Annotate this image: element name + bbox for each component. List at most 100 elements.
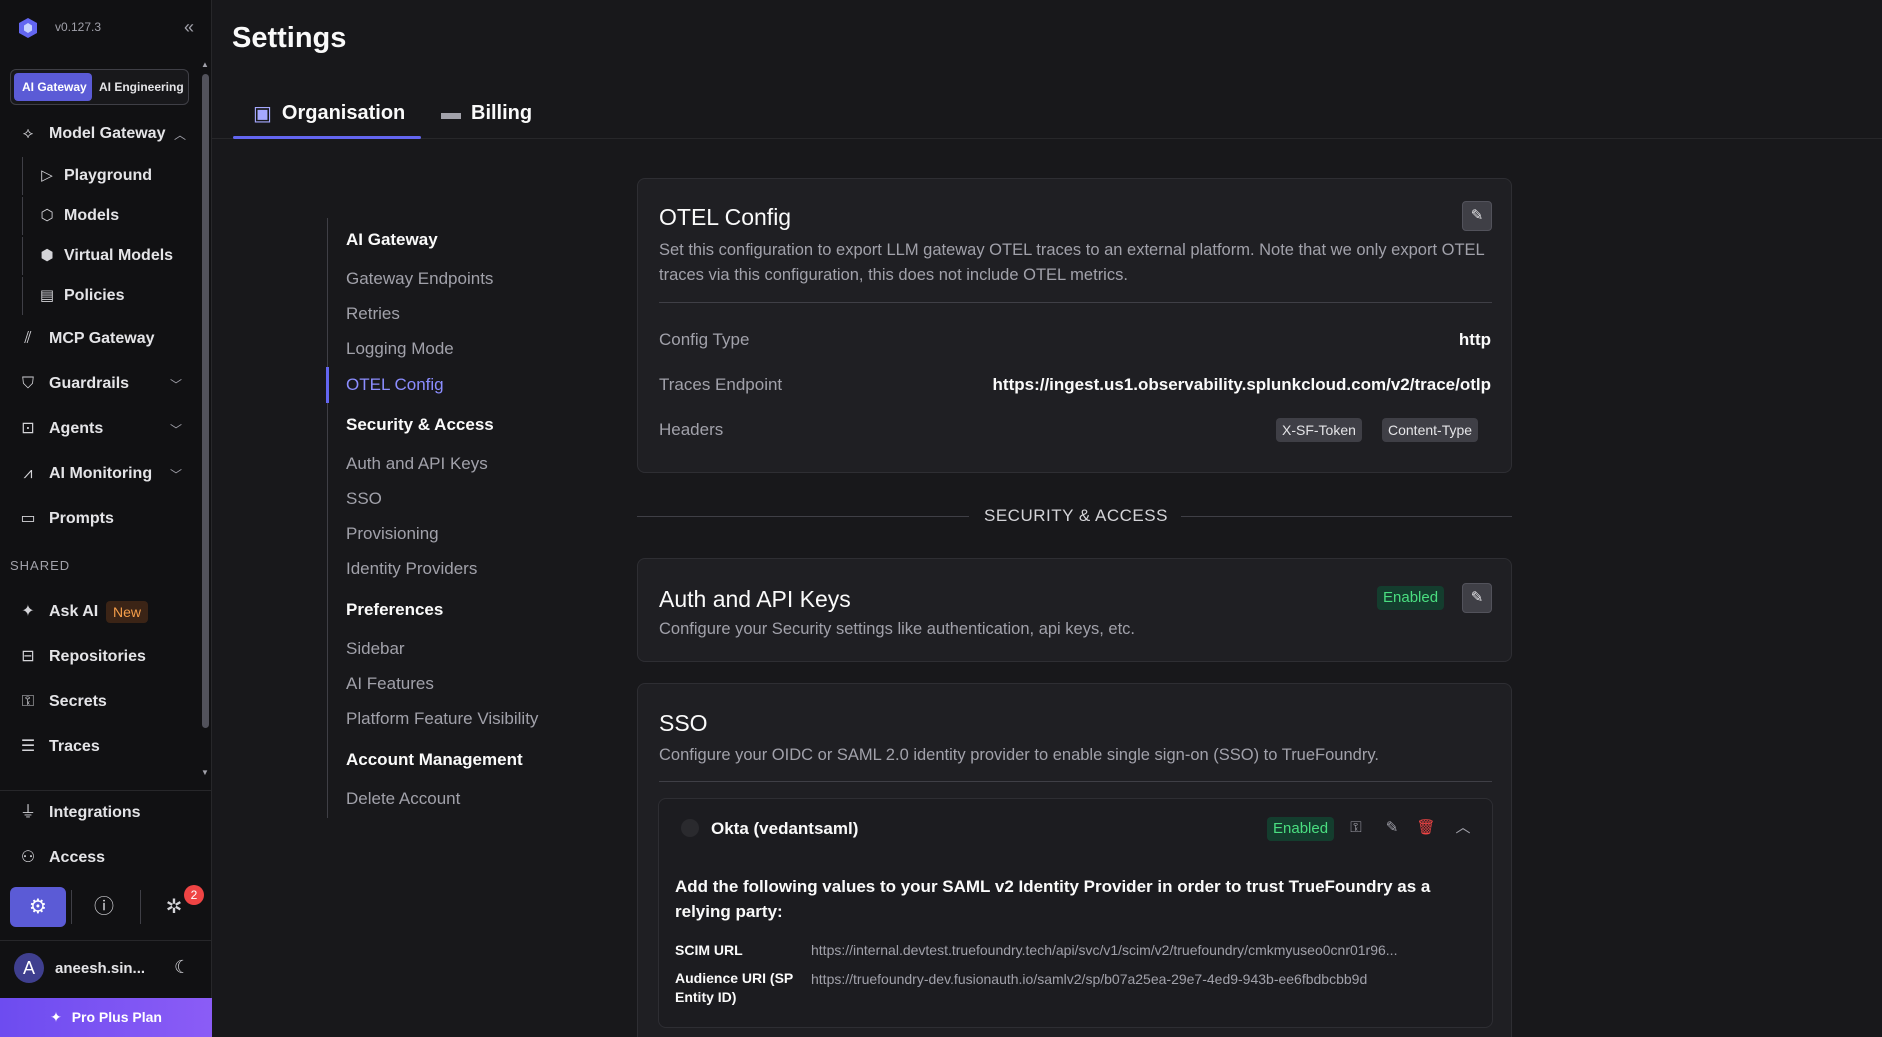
sidebar-item-label: Integrations — [49, 804, 141, 821]
otel-config-card: OTEL Config ✎ Set this configuration to … — [637, 178, 1512, 473]
scroll-down-icon[interactable]: ▼ — [201, 768, 209, 777]
sidebar-item-access[interactable]: ⚇ Access — [0, 838, 200, 878]
security-access-divider: SECURITY & ACCESS — [637, 504, 1512, 528]
sidebar-item-secrets[interactable]: ⚿ Secrets — [0, 682, 200, 722]
user-profile[interactable]: A aneesh.sin... ☾ — [0, 940, 212, 996]
workspace-tab-ai-engineering[interactable]: AI Engineering — [99, 73, 185, 101]
subnav-item-retries[interactable]: Retries — [346, 304, 400, 324]
sidebar-item-virtual-models[interactable]: ⬢ Virtual Models — [22, 237, 200, 275]
traces-icon: ☰ — [20, 738, 36, 755]
subnav-item-platform-feature-visibility[interactable]: Platform Feature Visibility — [346, 709, 538, 729]
bug-count-badge: 2 — [184, 885, 204, 905]
network-icon: ⟡ — [22, 125, 34, 142]
sidebar-item-models[interactable]: ⬡ Models — [22, 197, 200, 235]
sidebar-item-integrations[interactable]: ⏚ Integrations — [0, 793, 200, 833]
subnav-item-otel-config[interactable]: OTEL Config — [346, 375, 444, 395]
shared-section-label: SHARED — [10, 558, 71, 573]
key-icon: ⚿ — [21, 693, 35, 710]
moon-icon[interactable]: ☾ — [174, 957, 190, 978]
workspace-tab-ai-gateway[interactable]: AI Gateway — [14, 73, 92, 101]
document-icon: ▤ — [39, 287, 55, 304]
plan-label: Pro Plus Plan — [71, 1009, 162, 1025]
subnav-item-auth-api-keys[interactable]: Auth and API Keys — [346, 454, 488, 474]
chart-line-icon: ⩘ — [23, 465, 33, 482]
chevron-down-icon: ﹀ — [170, 422, 183, 437]
sidebar-scroll-thumb[interactable] — [202, 74, 209, 728]
sidebar-item-repositories[interactable]: ⊟ Repositories — [0, 637, 200, 677]
subnav-heading-ai-gateway: AI Gateway — [346, 230, 438, 249]
sso-provider-card: Okta (vedantsaml) Enabled ⚿ ✎ 🗑 ︿ Add th… — [658, 798, 1493, 1028]
help-button[interactable]: ⓘ — [76, 887, 132, 927]
sso-card: SSO Configure your OIDC or SAML 2.0 iden… — [637, 683, 1512, 1037]
traces-endpoint-label: Traces Endpoint — [659, 375, 783, 394]
sidebar-item-label: Guardrails — [49, 375, 130, 392]
header-tag: Content-Type — [1382, 418, 1479, 442]
sidebar-item-ask-ai[interactable]: ✦ Ask AI New — [0, 592, 200, 632]
collapse-sidebar-icon[interactable]: « — [178, 16, 200, 38]
settings-button[interactable]: ⚙ — [10, 887, 66, 927]
auth-api-keys-card: Auth and API Keys Enabled ✎ Configure yo… — [637, 558, 1512, 662]
settings-subnav: AI Gateway Gateway Endpoints Retries Log… — [326, 218, 567, 818]
repository-icon: ⊟ — [21, 648, 35, 665]
audience-uri-label: Audience URI (SP Entity ID) — [675, 970, 793, 1005]
divider — [140, 890, 141, 924]
subnav-item-ai-features[interactable]: AI Features — [346, 674, 434, 694]
sidebar-item-label: Models — [64, 207, 120, 224]
sidebar-item-agents[interactable]: ⊡ Agents ﹀ — [0, 409, 200, 449]
sidebar-item-mcp-gateway[interactable]: ⫽ MCP Gateway — [0, 319, 200, 359]
user-access-icon: ⚇ — [20, 849, 36, 866]
provider-name: Okta (vedantsaml) — [711, 819, 859, 838]
sidebar-item-playground[interactable]: ▷ Playground — [22, 157, 200, 195]
subnav-heading-preferences: Preferences — [346, 600, 444, 619]
subnav-item-logging-mode[interactable]: Logging Mode — [346, 339, 454, 359]
subnav-item-sidebar[interactable]: Sidebar — [346, 639, 405, 659]
tab-billing[interactable]: ▬ Billing — [441, 88, 532, 139]
chevron-down-icon: ﹀ — [170, 377, 183, 392]
subnav-item-sso[interactable]: SSO — [346, 489, 382, 509]
sparkle-icon: ✦ — [21, 603, 35, 620]
sidebar-item-ai-monitoring[interactable]: ⩘ AI Monitoring ﹀ — [0, 454, 200, 494]
sidebar-item-traces[interactable]: ☰ Traces — [0, 727, 200, 767]
edit-otel-config-button[interactable]: ✎ — [1462, 201, 1492, 231]
subnav-item-delete-account[interactable]: Delete Account — [346, 789, 460, 809]
section-heading: SECURITY & ACCESS — [984, 506, 1168, 525]
username: aneesh.sin... — [55, 960, 146, 977]
subnav-item-gateway-endpoints[interactable]: Gateway Endpoints — [346, 269, 493, 289]
subnav-active-indicator — [326, 367, 329, 403]
subnav-item-identity-providers[interactable]: Identity Providers — [346, 559, 477, 579]
sidebar-item-label: Virtual Models — [64, 247, 174, 264]
credit-card-icon: ▬ — [441, 102, 461, 124]
divider-line — [1181, 516, 1512, 517]
sidebar-item-label: Model Gateway — [49, 125, 166, 142]
chevron-up-icon[interactable]: ︿ — [1452, 817, 1474, 839]
pencil-icon: ✎ — [1470, 207, 1484, 224]
sidebar-item-label: Agents — [49, 420, 104, 437]
edit-auth-button[interactable]: ✎ — [1462, 583, 1492, 613]
trash-icon[interactable]: 🗑 — [1415, 817, 1437, 839]
prompt-box-icon: ▭ — [20, 510, 36, 527]
subnav-item-provisioning[interactable]: Provisioning — [346, 524, 439, 544]
bug-icon: ✲ — [165, 896, 183, 918]
sidebar-item-model-gateway[interactable]: ⟡ Model Gateway ︿ — [0, 114, 200, 154]
sidebar-item-prompts[interactable]: ▭ Prompts — [0, 499, 200, 539]
pencil-icon[interactable]: ✎ — [1381, 817, 1403, 839]
mcp-icon: ⫽ — [24, 330, 32, 347]
sidebar-item-label: Ask AI — [49, 603, 99, 620]
avatar: A — [14, 953, 44, 983]
cube-icon: ⬡ — [40, 207, 54, 224]
divider — [71, 890, 72, 924]
page-title: Settings — [232, 22, 347, 54]
sidebar-item-policies[interactable]: ▤ Policies — [22, 277, 200, 315]
sidebar-item-label: Secrets — [49, 693, 107, 710]
scim-url-value: https://internal.devtest.truefoundry.tec… — [811, 942, 1398, 958]
tab-organisation[interactable]: ▣ Organisation — [253, 88, 405, 139]
card-description: Configure your OIDC or SAML 2.0 identity… — [659, 746, 1379, 764]
config-type-value: http — [1458, 330, 1491, 349]
sidebar-item-guardrails[interactable]: ⛉ Guardrails ﹀ — [0, 364, 200, 404]
subnav-heading-account-management: Account Management — [346, 750, 523, 769]
card-title: SSO — [659, 710, 708, 736]
pro-plus-plan-button[interactable]: ✦ Pro Plus Plan — [0, 998, 212, 1037]
key-icon[interactable]: ⚿ — [1345, 817, 1367, 839]
truefoundry-logo-icon[interactable] — [16, 16, 40, 40]
scroll-up-icon[interactable]: ▲ — [201, 60, 209, 69]
